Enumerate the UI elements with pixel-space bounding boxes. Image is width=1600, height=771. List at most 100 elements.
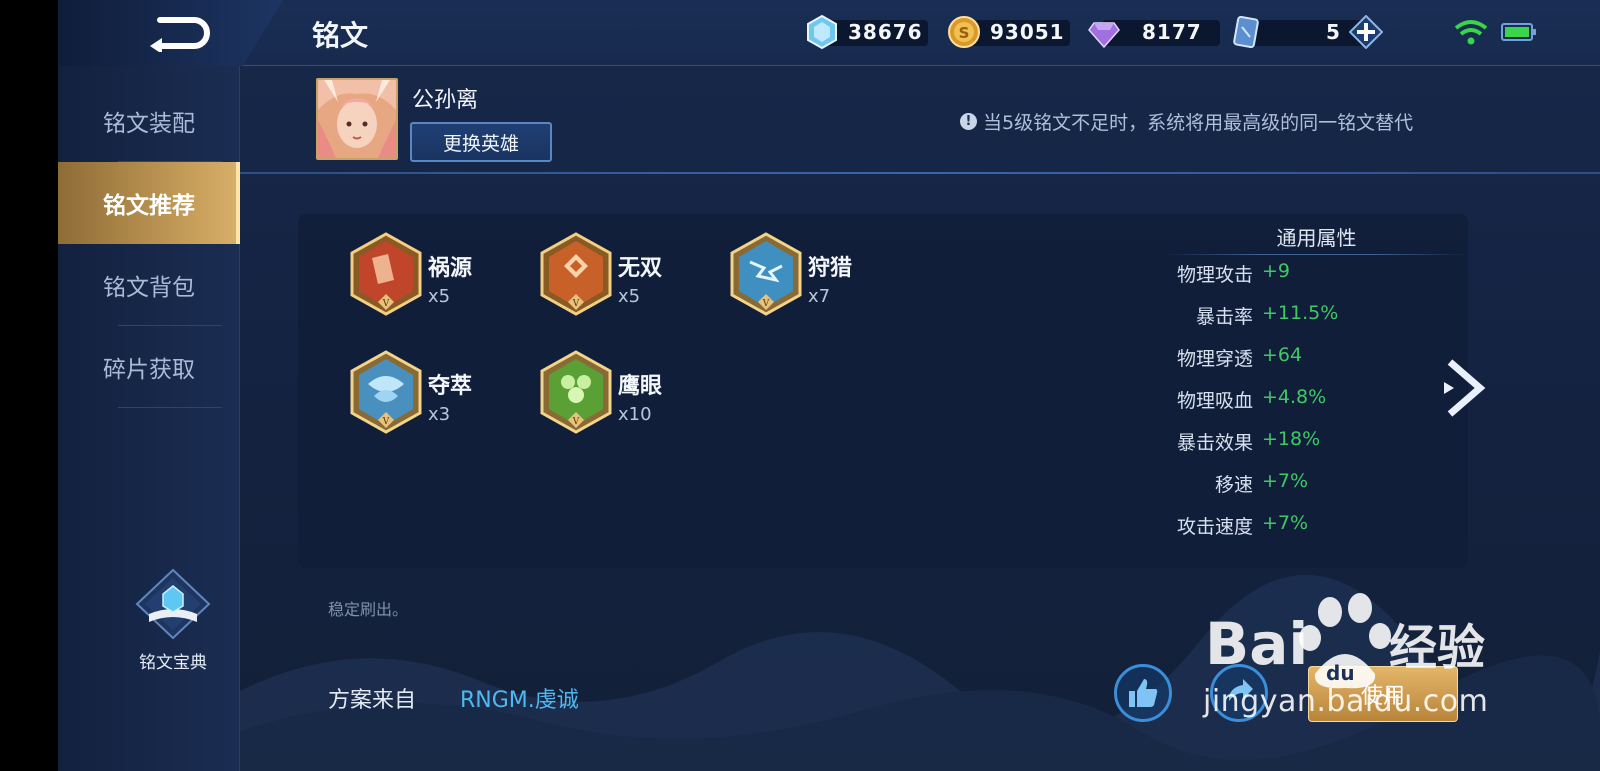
hero-portrait-image bbox=[318, 80, 396, 158]
attribute-value: +11.5% bbox=[1262, 302, 1339, 324]
attribute-value: +7% bbox=[1262, 470, 1309, 492]
next-arrow-icon[interactable] bbox=[1440, 358, 1486, 418]
attribute-value: +9 bbox=[1262, 260, 1291, 282]
back-arrow-icon[interactable] bbox=[146, 14, 210, 52]
sidebar-item-fragments[interactable]: 碎片获取 bbox=[58, 326, 240, 408]
thumbs-up-icon bbox=[1129, 679, 1158, 707]
attribute-name: 物理吸血 bbox=[1176, 390, 1253, 412]
divider bbox=[240, 172, 1600, 174]
currency-gem: 8177 bbox=[1088, 14, 1220, 50]
attribute-summary: 通用属性 物理攻击 +9 暴击率 +11.5% 物理穿透 +64 物理吸血 +4… bbox=[1165, 214, 1468, 568]
rune-name: 鹰眼 bbox=[618, 374, 663, 399]
attribute-row: 物理攻击 +9 bbox=[1165, 260, 1468, 290]
attribute-value: +18% bbox=[1262, 428, 1321, 450]
sidebar-item-label: 铭文推荐 bbox=[103, 193, 195, 219]
like-button[interactable] bbox=[1114, 664, 1172, 722]
rune-green-icon: V bbox=[540, 350, 612, 434]
rune-item[interactable]: V 无双 x5 bbox=[540, 232, 720, 322]
attribute-name: 物理穿透 bbox=[1176, 348, 1253, 370]
attribute-row: 物理吸血 +4.8% bbox=[1165, 386, 1468, 416]
attribute-row: 暴击率 +11.5% bbox=[1165, 302, 1468, 332]
rune-recommend-panel: V 祸源 x5 V 无双 x5 V 狩猎 x7 V 夺萃 x3 V 鹰眼 x10… bbox=[298, 214, 1468, 568]
info-icon: ! bbox=[960, 113, 977, 130]
rune-count: x3 bbox=[428, 404, 451, 425]
rune-blue-icon: V bbox=[730, 232, 802, 316]
rune-item[interactable]: V 夺萃 x3 bbox=[350, 350, 530, 440]
rune-count: x7 bbox=[808, 286, 831, 307]
attribute-name: 物理攻击 bbox=[1176, 264, 1253, 286]
purple-gem-icon bbox=[1088, 22, 1120, 49]
attribute-title: 通用属性 bbox=[1276, 226, 1357, 250]
currency-value: 5 bbox=[1326, 20, 1341, 44]
notice-text: 当5级铭文不足时，系统将用最高级的同一铭文替代 bbox=[983, 112, 1414, 134]
top-bar: 铭文 38676 S 93051 8177 5 bbox=[58, 0, 1600, 66]
sidebar-item-rune-bag[interactable]: 铭文背包 bbox=[58, 244, 240, 326]
attribute-value: +4.8% bbox=[1262, 386, 1327, 408]
sidebar-item-label: 铭文背包 bbox=[103, 275, 195, 301]
rune-red-icon: V bbox=[540, 232, 612, 316]
svg-text:V: V bbox=[382, 299, 390, 309]
rune-codex-button[interactable]: 铭文宝典 bbox=[128, 568, 218, 673]
attribute-name: 暴击率 bbox=[1195, 306, 1253, 328]
currency-value: 8177 bbox=[1142, 20, 1202, 44]
svg-text:V: V bbox=[572, 299, 580, 309]
sidebar-item-rune-recommend[interactable]: 铭文推荐 bbox=[58, 162, 240, 244]
codex-book-icon bbox=[135, 568, 211, 640]
change-hero-button[interactable]: 更换英雄 bbox=[410, 122, 552, 162]
sidebar-item-rune-equip[interactable]: 铭文装配 bbox=[58, 80, 240, 162]
background-mountains bbox=[240, 574, 1600, 771]
rune-item[interactable]: V 狩猎 x7 bbox=[730, 232, 910, 322]
currency-ticket: 5 bbox=[1230, 14, 1383, 50]
battery-icon bbox=[1501, 23, 1536, 41]
card-ticket-icon bbox=[1233, 15, 1259, 49]
currency-value: 93051 bbox=[990, 20, 1065, 44]
rune-name: 无双 bbox=[618, 256, 663, 281]
attribute-name: 暴击效果 bbox=[1176, 432, 1253, 454]
attribute-row: 物理穿透 +64 bbox=[1165, 344, 1468, 374]
plan-description: 稳定刷出。 bbox=[328, 600, 409, 619]
divider bbox=[118, 407, 222, 408]
sidebar-item-label: 铭文装配 bbox=[103, 111, 195, 137]
source-label: 方案来自 bbox=[328, 688, 417, 713]
currency-diamond: 38676 bbox=[806, 14, 928, 50]
currency-gold: S 93051 bbox=[948, 14, 1070, 50]
attribute-value: +64 bbox=[1262, 344, 1303, 366]
rune-item[interactable]: V 祸源 x5 bbox=[350, 232, 530, 322]
attribute-name: 攻击速度 bbox=[1176, 516, 1253, 538]
codex-label: 铭文宝典 bbox=[139, 653, 207, 673]
svg-text:V: V bbox=[382, 417, 390, 427]
rune-red-icon: V bbox=[350, 232, 422, 316]
attribute-value: +7% bbox=[1262, 512, 1309, 534]
hero-name: 公孙离 bbox=[412, 88, 479, 113]
rune-count: x5 bbox=[618, 286, 641, 307]
rune-count: x5 bbox=[428, 286, 451, 307]
svg-text:S: S bbox=[959, 24, 970, 42]
svg-text:V: V bbox=[762, 299, 770, 309]
currency-value: 38676 bbox=[848, 20, 923, 44]
diamond-coupon-icon bbox=[807, 15, 837, 49]
rune-name: 夺萃 bbox=[428, 374, 473, 399]
hero-avatar[interactable] bbox=[316, 78, 398, 160]
source-author-link[interactable]: RNGM.虔诚 bbox=[460, 682, 579, 714]
sidebar-item-label: 碎片获取 bbox=[103, 357, 195, 383]
attribute-name: 移速 bbox=[1214, 474, 1253, 496]
rune-item[interactable]: V 鹰眼 x10 bbox=[540, 350, 720, 440]
rune-name: 祸源 bbox=[428, 256, 473, 281]
share-icon bbox=[1229, 679, 1253, 701]
add-currency-plus-icon[interactable] bbox=[1348, 15, 1383, 49]
app-screen: 铭文 38676 S 93051 8177 5 铭文装配 铭文推荐 铭文背包 碎… bbox=[58, 0, 1600, 771]
rune-name: 狩猎 bbox=[808, 256, 853, 281]
attribute-row: 移速 +7% bbox=[1165, 470, 1468, 500]
svg-text:V: V bbox=[572, 417, 580, 427]
currency-pill bbox=[1244, 20, 1364, 46]
attribute-row: 暴击效果 +18% bbox=[1165, 428, 1468, 458]
divider bbox=[1165, 254, 1468, 255]
rune-blue-icon: V bbox=[350, 350, 422, 434]
gold-coin-icon: S bbox=[948, 16, 980, 48]
page-title: 铭文 bbox=[312, 19, 369, 52]
rune-count: x10 bbox=[618, 404, 652, 425]
share-button[interactable] bbox=[1210, 664, 1268, 722]
replacement-notice: ! 当5级铭文不足时，系统将用最高级的同一铭文替代 bbox=[960, 108, 1413, 135]
attribute-row: 攻击速度 +7% bbox=[1165, 512, 1468, 542]
use-button[interactable]: 使用 bbox=[1308, 666, 1458, 722]
